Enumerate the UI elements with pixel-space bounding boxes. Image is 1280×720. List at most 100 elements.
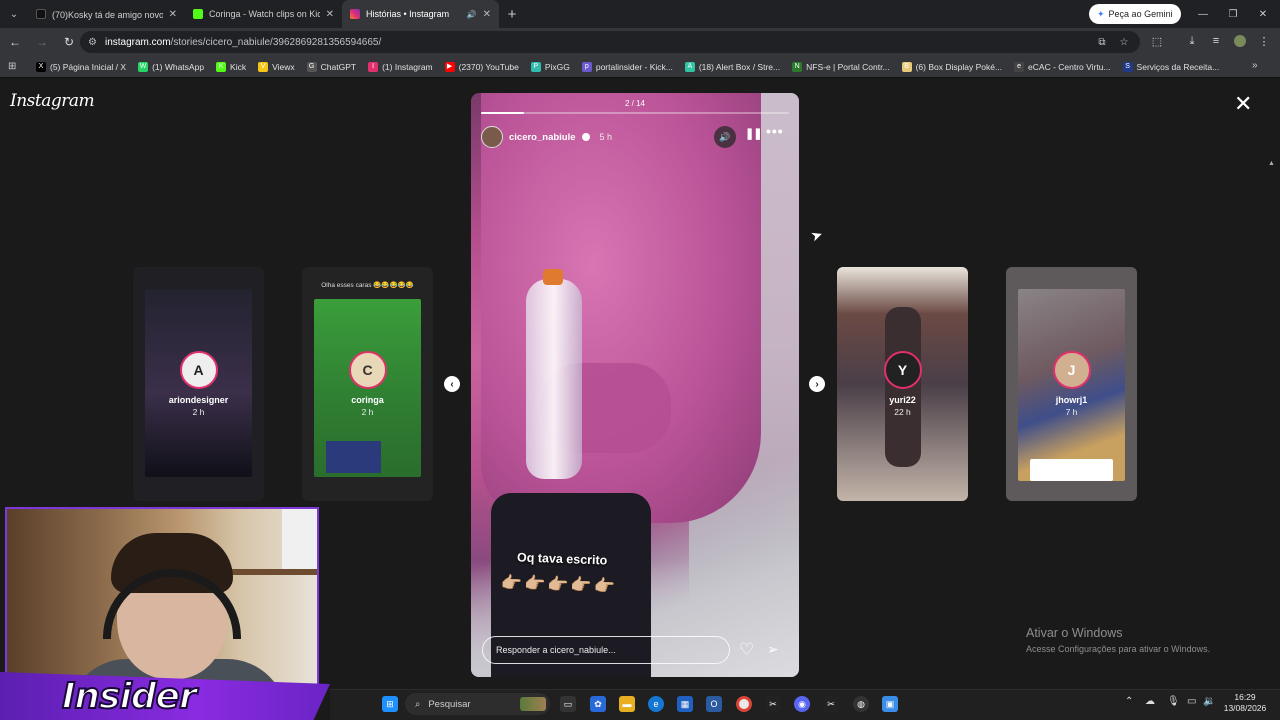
volume-icon[interactable]: 🔊 (714, 126, 736, 148)
app-icon[interactable]: ▣ (882, 696, 898, 712)
send-icon[interactable]: ➢ (767, 642, 779, 657)
bookmarks-bar: ⊞ X (5) Página Inicial / X W (1) WhatsApp K K… (0, 56, 1280, 78)
gemini-button[interactable]: ✦ Peça ao Gemini (1089, 4, 1181, 24)
scrollbar-up-icon[interactable]: ▲ (1268, 160, 1275, 167)
bookmark-item[interactable]: e eCAC - Centro Virtu... (1008, 61, 1117, 72)
tab-search-icon[interactable]: ⌄ (0, 0, 28, 28)
mouse-cursor-icon: ➤ (808, 225, 825, 245)
bookmark-item[interactable]: B (6) Box Display Poké... (896, 61, 1008, 72)
restore-icon[interactable]: ❐ (1218, 0, 1248, 28)
close-tab-icon[interactable]: ✕ (169, 9, 177, 20)
browser-toolbar: ← → ↻ ⚙ instagram.com /stories/cicero_na… (0, 28, 1280, 56)
capcut-icon-2[interactable]: ✂ (823, 696, 839, 712)
next-story-icon[interactable]: › (809, 376, 825, 392)
story-age: 7 h (1065, 407, 1078, 417)
speaker-icon[interactable]: 🔊 (467, 10, 477, 19)
tab-title: Coringa - Watch clips on Kick (209, 9, 320, 19)
chrome-menu-icon[interactable]: ⋮ (1253, 30, 1275, 52)
extensions-icon[interactable]: ⬚ (1146, 30, 1168, 52)
apps-grid-icon[interactable]: ⊞ (8, 61, 22, 72)
close-stories-icon[interactable]: ✕ (1234, 93, 1252, 115)
new-tab-button[interactable]: + (499, 0, 525, 28)
bookmark-item[interactable]: P PixGG (525, 61, 576, 72)
volume-tray-icon[interactable]: 🔉 (1203, 696, 1215, 707)
tab-0[interactable]: (70)Kosky tá de amigo novo? ⓒ ✕ (28, 0, 185, 28)
tab-title: Histórias • Instagram (366, 9, 450, 19)
media-control-icon[interactable]: ≡ (1205, 30, 1227, 52)
story-counter: 2 / 14 (624, 99, 645, 108)
bookmark-star-icon[interactable]: ☆ (1114, 31, 1134, 53)
pause-icon[interactable]: ❚❚ (745, 127, 762, 140)
copilot-icon[interactable]: ✿ (590, 696, 606, 712)
forward-icon[interactable]: → (30, 30, 54, 54)
previous-story-icon[interactable]: ‹ (444, 376, 460, 392)
story-user-avatar[interactable] (481, 126, 503, 148)
bookmark-item[interactable]: W (1) WhatsApp (132, 61, 210, 72)
more-options-icon[interactable]: ••• (766, 123, 784, 139)
tray-overflow-icon[interactable]: ⌃ (1125, 696, 1133, 707)
address-bar[interactable]: ⚙ instagram.com /stories/cicero_nabiule/… (80, 31, 1140, 53)
bookmark-item[interactable]: K Kick (210, 61, 252, 72)
store-icon[interactable]: ▦ (677, 696, 693, 712)
search-highlight-icon (520, 697, 546, 711)
bookmark-item[interactable]: G ChatGPT (301, 61, 362, 72)
bookmark-item[interactable]: V Viewx (252, 61, 301, 72)
story-age: 2 h (192, 407, 205, 417)
windows-start-icon[interactable]: ⊞ (382, 696, 398, 712)
task-view-icon[interactable]: ▭ (560, 696, 576, 712)
tab-2[interactable]: Histórias • Instagram 🔊 ✕ (342, 0, 499, 28)
close-tab-icon[interactable]: ✕ (483, 9, 491, 20)
bookmark-item[interactable]: I (1) Instagram (362, 61, 439, 72)
windows-activation-watermark: Ativar o Windows Acesse Configurações pa… (1026, 626, 1210, 654)
outlook-icon[interactable]: O (706, 696, 722, 712)
bookmark-favicon-icon: B (901, 61, 912, 72)
avatar: J (1052, 351, 1091, 389)
story-username: jhowrj1 (1055, 395, 1088, 405)
reload-icon[interactable]: ↻ (57, 30, 81, 54)
tray-app-icon[interactable]: ☁ (1145, 696, 1155, 707)
story-preview-yuri22[interactable]: Y yuri22 22 h (837, 267, 968, 501)
browser-tab-strip: ⌄ (70)Kosky tá de amigo novo? ⓒ ✕ Coring… (0, 0, 1280, 28)
bookmark-item[interactable]: S Serviços da Receita... (1117, 61, 1226, 72)
bookmark-item[interactable]: X (5) Página Inicial / X (30, 61, 132, 72)
bookmark-item[interactable]: p portalinsider - Kick... (576, 61, 679, 72)
chrome-icon[interactable] (736, 696, 752, 712)
instagram-logo[interactable]: Instagram (10, 91, 95, 111)
back-icon[interactable]: ← (3, 30, 27, 54)
file-explorer-icon[interactable]: ▬ (619, 696, 635, 712)
bookmark-label: (1) WhatsApp (152, 61, 205, 72)
edge-icon[interactable]: e (648, 696, 664, 712)
tab-1[interactable]: Coringa - Watch clips on Kick ✕ (185, 0, 342, 28)
bookmark-favicon-icon: p (581, 61, 592, 72)
taskbar-search[interactable]: ⌕ Pesquisar (405, 693, 550, 715)
bookmark-favicon-icon: W (138, 61, 149, 72)
bookmark-favicon-icon: K (216, 61, 227, 72)
capcut-icon[interactable]: ✂ (765, 696, 781, 712)
story-preview-jhowrj1[interactable]: J jhowrj1 7 h (1006, 267, 1137, 501)
instagram-icon (350, 9, 360, 19)
close-tab-icon[interactable]: ✕ (326, 9, 334, 20)
discord-icon[interactable]: ◉ (794, 696, 810, 712)
preview-inset (326, 441, 381, 473)
install-app-icon[interactable]: ⧉ (1092, 31, 1112, 53)
minimize-icon[interactable]: — (1188, 0, 1218, 28)
bookmark-item[interactable]: A (18) Alert Box / Stre... (679, 61, 786, 72)
more-bookmarks-icon[interactable]: » (1252, 60, 1258, 71)
story-preview-ariondesigner[interactable]: A ariondesigner 2 h (133, 267, 264, 501)
profile-avatar[interactable] (1229, 30, 1251, 52)
active-story[interactable]: 2 / 14 cicero_nabiule 5 h 🔊 ❚❚ ••• Oq ta… (471, 93, 799, 677)
reply-input[interactable]: Responder a cicero_nabiule... (482, 636, 730, 664)
bookmark-item[interactable]: N NFS-e | Portal Contr... (786, 61, 895, 72)
like-heart-icon[interactable]: ♡ (739, 641, 754, 658)
taskbar-clock[interactable]: 16:29 13/08/2026 (1220, 692, 1270, 714)
obs-icon[interactable]: ◍ (853, 696, 869, 712)
bookmark-item[interactable]: ▶ (2370) YouTube (439, 61, 525, 72)
story-username[interactable]: cicero_nabiule (509, 132, 576, 143)
network-icon[interactable]: ▭ (1187, 696, 1196, 707)
window-close-icon[interactable]: ✕ (1248, 0, 1278, 28)
story-preview-coringa[interactable]: Olha esses caras 😂😂😂😂😂 C coringa 2 h (302, 267, 433, 501)
microphone-icon[interactable]: 🎙 (1167, 696, 1180, 707)
site-info-icon[interactable]: ⚙ (88, 37, 97, 48)
download-icon[interactable]: ⤓ (1181, 30, 1203, 52)
tiktok-icon (36, 9, 46, 19)
